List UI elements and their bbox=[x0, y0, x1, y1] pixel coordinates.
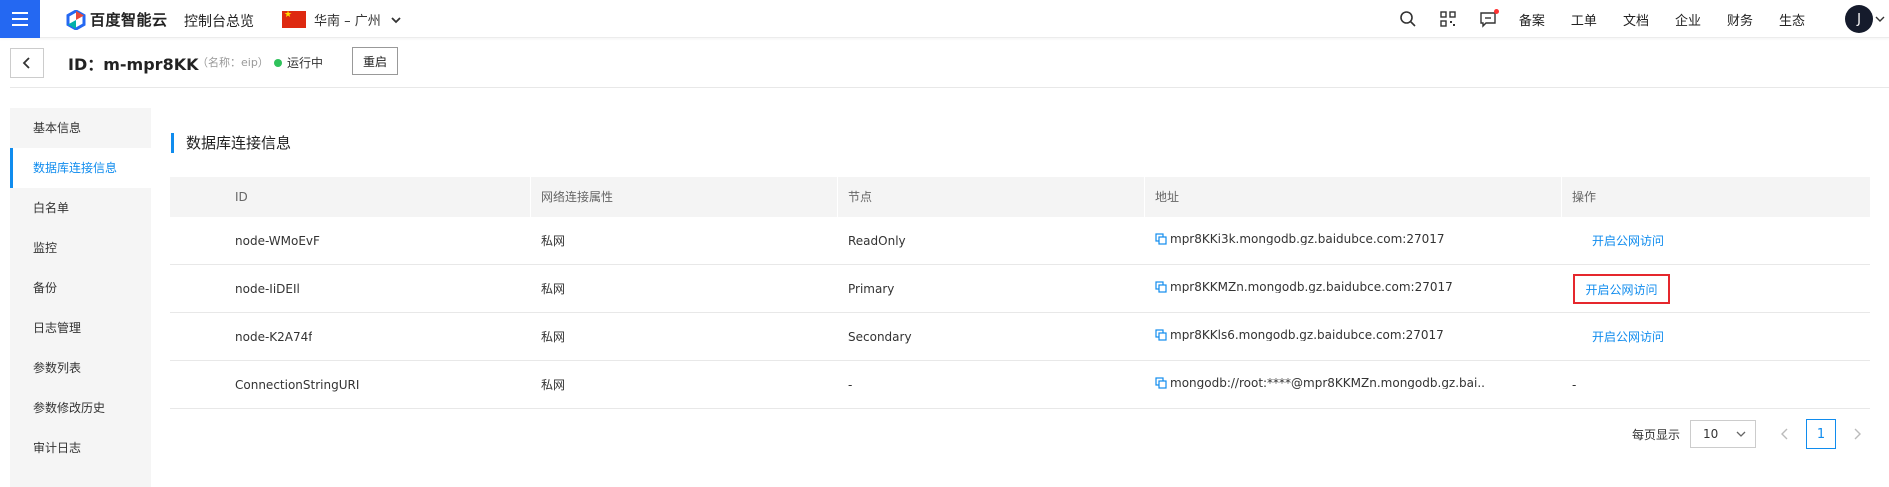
address-cell: mpr8KKi3k.mongodb.gz.baidubce.com:27017 bbox=[1145, 233, 1445, 245]
chevron-down-icon[interactable] bbox=[1875, 14, 1885, 24]
region-selector[interactable]: 华南 – 广州 bbox=[282, 10, 403, 29]
notification-dot-icon bbox=[1493, 9, 1499, 14]
baidu-cloud-logo-icon bbox=[66, 9, 86, 30]
message-icon[interactable] bbox=[1479, 9, 1499, 28]
column-header-node: 节点 bbox=[848, 190, 873, 204]
chevron-left-icon[interactable] bbox=[1778, 427, 1792, 441]
china-flag-icon bbox=[282, 10, 306, 28]
logo-text: 百度智能云 bbox=[90, 11, 168, 29]
nav-link-ecosystem[interactable]: 生态 bbox=[1779, 10, 1805, 29]
sidebar-item-log-management[interactable]: 日志管理 bbox=[10, 308, 151, 348]
enable-public-access-link[interactable]: 开启公网访问 bbox=[1582, 217, 1664, 265]
page-size-label: 每页显示 bbox=[1632, 427, 1681, 442]
sidebar-item-whitelist[interactable]: 白名单 bbox=[10, 188, 151, 228]
pagination: 每页显示 10 1 bbox=[1632, 419, 1864, 449]
sidebar-item-audit-log[interactable]: 审计日志 bbox=[10, 428, 151, 468]
node-role: Primary bbox=[848, 282, 895, 296]
nav-link-filing[interactable]: 备案 bbox=[1519, 10, 1545, 29]
chevron-left-icon bbox=[22, 57, 30, 69]
network-type: 私网 bbox=[541, 330, 566, 344]
copy-icon[interactable] bbox=[1155, 281, 1167, 293]
instance-id: ID：m-mpr8KK bbox=[68, 55, 199, 74]
sidebar: 基本信息 数据库连接信息 白名单 监控 备份 日志管理 参数列表 参数修改历史 … bbox=[10, 108, 151, 487]
sidebar-item-basic-info[interactable]: 基本信息 bbox=[10, 108, 151, 148]
nav-link-enterprise[interactable]: 企业 bbox=[1675, 10, 1701, 29]
table-row: node-IiDEIl 私网 Primary mpr8KKMZn.mongodb… bbox=[170, 265, 1870, 313]
address-text: mpr8KKi3k.mongodb.gz.baidubce.com:27017 bbox=[1170, 233, 1445, 245]
menu-icon[interactable] bbox=[0, 0, 40, 38]
sidebar-item-monitoring[interactable]: 监控 bbox=[10, 228, 151, 268]
column-header-operation: 操作 bbox=[1572, 190, 1597, 204]
logo[interactable]: 百度智能云 bbox=[66, 9, 168, 30]
enable-public-access-text[interactable]: 开启公网访问 bbox=[1592, 330, 1664, 344]
chevron-right-icon[interactable] bbox=[1850, 427, 1864, 441]
console-overview-link[interactable]: 控制台总览 bbox=[184, 11, 254, 31]
column-header-address: 地址 bbox=[1155, 190, 1180, 204]
nav-link-finance[interactable]: 财务 bbox=[1727, 10, 1753, 29]
table-row: node-K2A74f 私网 Secondary mpr8KKls6.mongo… bbox=[170, 313, 1870, 361]
sidebar-item-parameters[interactable]: 参数列表 bbox=[10, 348, 151, 388]
sidebar-item-parameter-history[interactable]: 参数修改历史 bbox=[10, 388, 151, 428]
enable-public-access-link[interactable]: 开启公网访问 bbox=[1573, 274, 1670, 304]
sidebar-item-db-connection[interactable]: 数据库连接信息 bbox=[10, 148, 151, 188]
restart-button[interactable]: 重启 bbox=[352, 47, 398, 75]
node-role: - bbox=[848, 378, 853, 392]
status-text: 运行中 bbox=[287, 56, 324, 70]
sidebar-item-backup[interactable]: 备份 bbox=[10, 268, 151, 308]
column-header-id: ID bbox=[235, 190, 248, 204]
network-type: 私网 bbox=[541, 234, 566, 248]
enable-public-access-link[interactable]: 开启公网访问 bbox=[1582, 313, 1664, 361]
table-row: node-WMoEvF 私网 ReadOnly mpr8KKi3k.mongod… bbox=[170, 217, 1870, 265]
page-size-select[interactable]: 10 bbox=[1690, 420, 1757, 448]
nav-link-ticket[interactable]: 工单 bbox=[1571, 10, 1597, 29]
address-cell: mpr8KKMZn.mongodb.gz.baidubce.com:27017 bbox=[1145, 281, 1453, 293]
node-id: node-WMoEvF bbox=[235, 234, 320, 248]
copy-icon[interactable] bbox=[1155, 377, 1167, 389]
address-cell: mpr8KKls6.mongodb.gz.baidubce.com:27017 bbox=[1145, 329, 1444, 341]
search-icon[interactable] bbox=[1399, 10, 1417, 28]
node-id: node-K2A74f bbox=[235, 330, 313, 344]
status-badge: 运行中 bbox=[274, 54, 323, 71]
operation-empty: - bbox=[1572, 378, 1577, 392]
node-role: ReadOnly bbox=[848, 234, 906, 248]
qr-code-icon[interactable] bbox=[1439, 10, 1457, 28]
address-cell: mongodb://root:****@mpr8KKMZn.mongodb.gz… bbox=[1145, 377, 1485, 389]
node-id: node-IiDEIl bbox=[235, 282, 300, 296]
instance-header: ID：m-mpr8KK （名称：eip） 运行中 重启 bbox=[10, 38, 1889, 88]
page-number-button[interactable]: 1 bbox=[1806, 419, 1837, 449]
node-role: Secondary bbox=[848, 330, 912, 344]
nav-right: 备案 工单 文档 企业 财务 生态 J bbox=[1399, 0, 1889, 38]
column-header-network: 网络连接属性 bbox=[541, 190, 614, 204]
page-size-value: 10 bbox=[1703, 427, 1719, 441]
address-text: mpr8KKMZn.mongodb.gz.baidubce.com:27017 bbox=[1170, 281, 1453, 293]
network-type: 私网 bbox=[541, 282, 566, 296]
address-text: mongodb://root:****@mpr8KKMZn.mongodb.gz… bbox=[1170, 377, 1485, 389]
region-label: 华南 – 广州 bbox=[314, 14, 381, 29]
section-title: 数据库连接信息 bbox=[171, 133, 291, 153]
chevron-down-icon bbox=[1736, 431, 1746, 437]
instance-name: （名称：eip） bbox=[197, 56, 269, 69]
back-button[interactable] bbox=[10, 48, 44, 78]
top-nav: 百度智能云 控制台总览 华南 – 广州 备案 工单 文档 企业 财务 生态 J bbox=[0, 0, 1889, 38]
avatar[interactable]: J bbox=[1845, 5, 1873, 33]
copy-icon[interactable] bbox=[1155, 233, 1167, 245]
table-header: ID 网络连接属性 节点 地址 操作 bbox=[170, 177, 1870, 217]
table-row: ConnectionStringURI 私网 - mongodb://root:… bbox=[170, 361, 1870, 409]
network-type: 私网 bbox=[541, 378, 566, 392]
chevron-down-icon bbox=[391, 16, 401, 23]
node-id: ConnectionStringURI bbox=[235, 378, 360, 392]
address-text: mpr8KKls6.mongodb.gz.baidubce.com:27017 bbox=[1170, 329, 1444, 341]
nav-link-docs[interactable]: 文档 bbox=[1623, 10, 1649, 29]
status-dot-icon bbox=[274, 58, 282, 67]
copy-icon[interactable] bbox=[1155, 329, 1167, 341]
enable-public-access-text[interactable]: 开启公网访问 bbox=[1592, 234, 1664, 248]
